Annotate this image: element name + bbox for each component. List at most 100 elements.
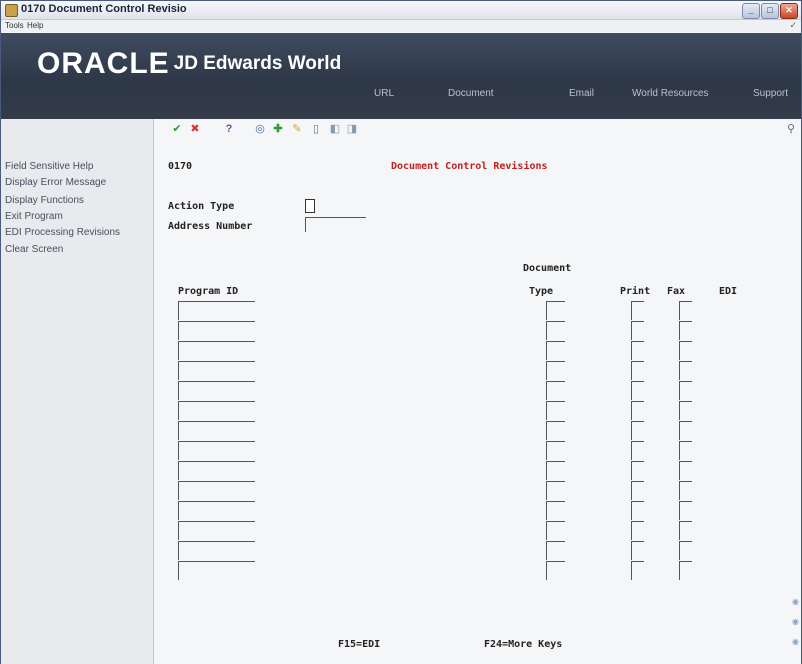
program-id-field[interactable] xyxy=(178,481,255,500)
program-id-field[interactable] xyxy=(178,361,255,380)
doc-type-field[interactable] xyxy=(546,401,565,420)
doc-type-field[interactable] xyxy=(546,541,565,560)
sidebar-item-clear-screen[interactable]: Clear Screen xyxy=(5,244,63,255)
fax-field[interactable] xyxy=(679,541,692,560)
sidebar-item-field-sensitive-help[interactable]: Field Sensitive Help xyxy=(5,161,93,172)
column-edi: EDI xyxy=(719,286,738,297)
doc-type-field[interactable] xyxy=(546,341,565,360)
sidebar: Field Sensitive Help Display Error Messa… xyxy=(1,119,154,664)
program-id-field[interactable] xyxy=(178,321,255,340)
doc-type-field[interactable] xyxy=(546,521,565,540)
program-id-field[interactable] xyxy=(178,501,255,520)
doc-type-field[interactable] xyxy=(546,301,565,320)
fax-field[interactable] xyxy=(679,381,692,400)
close-button[interactable]: ✕ xyxy=(780,3,798,19)
print-field[interactable] xyxy=(631,421,644,440)
scroll-down-icon[interactable]: ◉ xyxy=(792,617,799,626)
nav-url[interactable]: URL xyxy=(374,88,394,99)
program-id-field[interactable] xyxy=(178,541,255,560)
address-number-field[interactable] xyxy=(305,217,366,232)
check-icon[interactable]: ✔ xyxy=(171,123,183,135)
print-field[interactable] xyxy=(631,481,644,500)
doc-type-field[interactable] xyxy=(546,361,565,380)
app-icon xyxy=(5,4,18,17)
print-field[interactable] xyxy=(631,561,644,580)
doc-type-field[interactable] xyxy=(546,381,565,400)
binoculars-icon[interactable]: ◎ xyxy=(254,123,266,135)
fax-field[interactable] xyxy=(679,481,692,500)
program-id-field[interactable] xyxy=(178,301,255,320)
fax-field[interactable] xyxy=(679,561,692,580)
sidebar-item-display-error-message[interactable]: Display Error Message xyxy=(5,177,106,188)
fax-field[interactable] xyxy=(679,341,692,360)
footer-key-f24: F24=More Keys xyxy=(484,639,563,650)
print-field[interactable] xyxy=(631,461,644,480)
page-title: Document Control Revisions xyxy=(391,161,548,172)
fax-field[interactable] xyxy=(679,521,692,540)
previous-icon[interactable]: ◧ xyxy=(329,123,341,135)
print-field[interactable] xyxy=(631,541,644,560)
help-icon[interactable]: ? xyxy=(223,123,235,135)
nav-email[interactable]: Email xyxy=(569,88,594,99)
minimize-button[interactable]: _ xyxy=(742,3,760,19)
sidebar-item-edi-processing-revisions[interactable]: EDI Processing Revisions xyxy=(5,227,120,238)
delete-icon[interactable]: ▯ xyxy=(310,123,322,135)
fax-field[interactable] xyxy=(679,361,692,380)
print-field[interactable] xyxy=(631,441,644,460)
fax-field[interactable] xyxy=(679,401,692,420)
doc-type-field[interactable] xyxy=(546,321,565,340)
doc-type-field[interactable] xyxy=(546,561,565,580)
add-icon[interactable]: ✚ xyxy=(272,123,284,135)
search-icon[interactable]: ⚲ xyxy=(785,123,797,135)
print-field[interactable] xyxy=(631,301,644,320)
menu-corner-icon[interactable]: ✓ xyxy=(789,20,797,31)
menu-help[interactable]: Help xyxy=(27,21,43,30)
action-type-field[interactable] xyxy=(305,199,315,213)
print-field[interactable] xyxy=(631,321,644,340)
fax-field[interactable] xyxy=(679,441,692,460)
action-type-label: Action Type xyxy=(168,201,235,212)
program-id-field[interactable] xyxy=(178,421,255,440)
program-id-field[interactable] xyxy=(178,461,255,480)
doc-type-field[interactable] xyxy=(546,441,565,460)
scroll-up-icon[interactable]: ◉ xyxy=(792,597,799,606)
doc-type-field[interactable] xyxy=(546,481,565,500)
print-field[interactable] xyxy=(631,521,644,540)
doc-type-field[interactable] xyxy=(546,501,565,520)
window-title: 0170 Document Control Revisio xyxy=(21,3,187,15)
nav-document[interactable]: Document xyxy=(448,88,494,99)
program-id-field[interactable] xyxy=(178,401,255,420)
next-icon[interactable]: ◨ xyxy=(346,123,358,135)
program-id-field[interactable] xyxy=(178,341,255,360)
print-field[interactable] xyxy=(631,361,644,380)
menu-tools[interactable]: Tools xyxy=(5,21,24,30)
program-id-field[interactable] xyxy=(178,561,255,580)
fax-field[interactable] xyxy=(679,421,692,440)
sidebar-item-exit-program[interactable]: Exit Program xyxy=(5,211,63,222)
address-number-label: Address Number xyxy=(168,221,253,232)
fax-field[interactable] xyxy=(679,501,692,520)
nav-world-resources[interactable]: World Resources xyxy=(632,88,709,99)
print-field[interactable] xyxy=(631,381,644,400)
program-id-field[interactable] xyxy=(178,441,255,460)
menu-bar: Tools Help ✓ xyxy=(1,20,801,32)
program-id-field[interactable] xyxy=(178,381,255,400)
program-id-field[interactable] xyxy=(178,521,255,540)
scroll-end-icon[interactable]: ◉ xyxy=(792,637,799,646)
nav-support[interactable]: Support xyxy=(753,88,788,99)
print-field[interactable] xyxy=(631,501,644,520)
edit-icon[interactable]: ✎ xyxy=(291,123,303,135)
print-field[interactable] xyxy=(631,401,644,420)
cancel-icon[interactable]: ✖ xyxy=(189,123,201,135)
print-field[interactable] xyxy=(631,341,644,360)
footer-key-f15: F15=EDI xyxy=(338,639,381,650)
maximize-button[interactable]: □ xyxy=(761,3,779,19)
doc-type-field[interactable] xyxy=(546,421,565,440)
oracle-logo: ORACLE JD Edwards World xyxy=(37,47,342,80)
fax-field[interactable] xyxy=(679,461,692,480)
application-window: 0170 Document Control Revisio _ □ ✕ Tool… xyxy=(0,0,802,664)
sidebar-item-display-functions[interactable]: Display Functions xyxy=(5,195,84,206)
fax-field[interactable] xyxy=(679,321,692,340)
doc-type-field[interactable] xyxy=(546,461,565,480)
fax-field[interactable] xyxy=(679,301,692,320)
